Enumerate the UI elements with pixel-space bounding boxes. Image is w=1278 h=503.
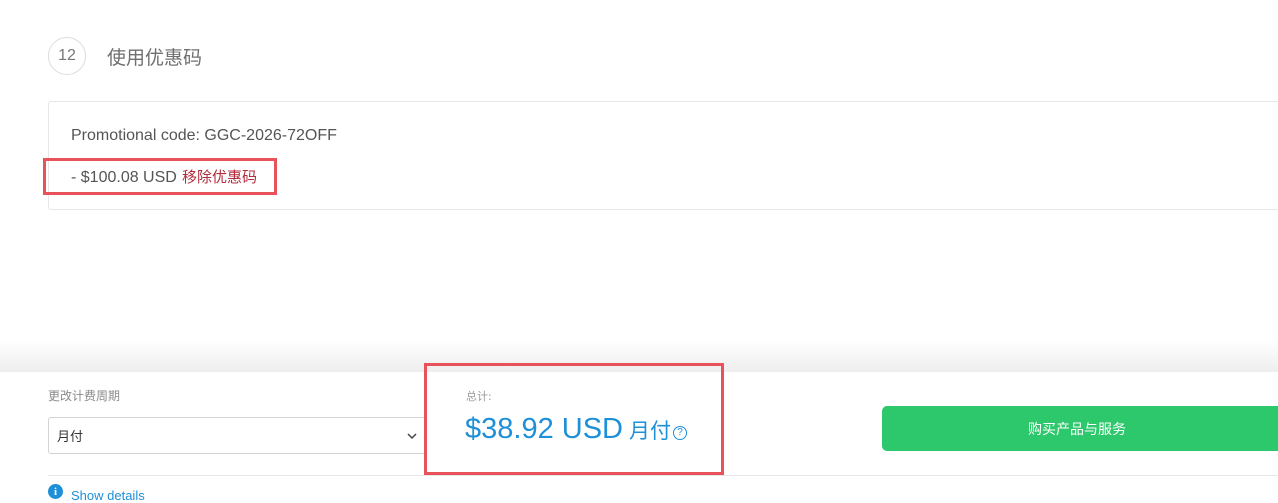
- chevron-down-icon: [407, 429, 417, 443]
- promo-code-text: Promotional code: GGC-2026-72OFF: [71, 127, 337, 144]
- sticky-bar-shadow: [0, 340, 1278, 373]
- buy-button[interactable]: 购买产品与服务: [882, 406, 1278, 451]
- total-period: 月付: [629, 419, 671, 443]
- discount-row: - $100.08 USD 移除优惠码: [71, 166, 257, 187]
- total-amount: $38.92 USD: [465, 413, 623, 445]
- step-number-badge: 12: [48, 37, 86, 75]
- discount-amount: - $100.08 USD: [71, 169, 177, 186]
- billing-cycle-select[interactable]: 月付: [48, 417, 426, 454]
- show-details-link[interactable]: Show details: [71, 488, 145, 503]
- step-number: 12: [58, 47, 76, 64]
- total-label: 总计:: [466, 390, 492, 403]
- remove-promo-link[interactable]: 移除优惠码: [182, 168, 257, 186]
- section-title: 使用优惠码: [107, 47, 203, 69]
- billing-cycle-value: 月付: [57, 430, 84, 445]
- help-icon[interactable]: ?: [673, 425, 687, 440]
- promo-code-panel: [48, 101, 1278, 210]
- billing-cycle-label: 更改计费周期: [48, 389, 121, 403]
- total-price: $38.92 USD 月付?: [465, 413, 687, 446]
- divider: [48, 475, 1278, 476]
